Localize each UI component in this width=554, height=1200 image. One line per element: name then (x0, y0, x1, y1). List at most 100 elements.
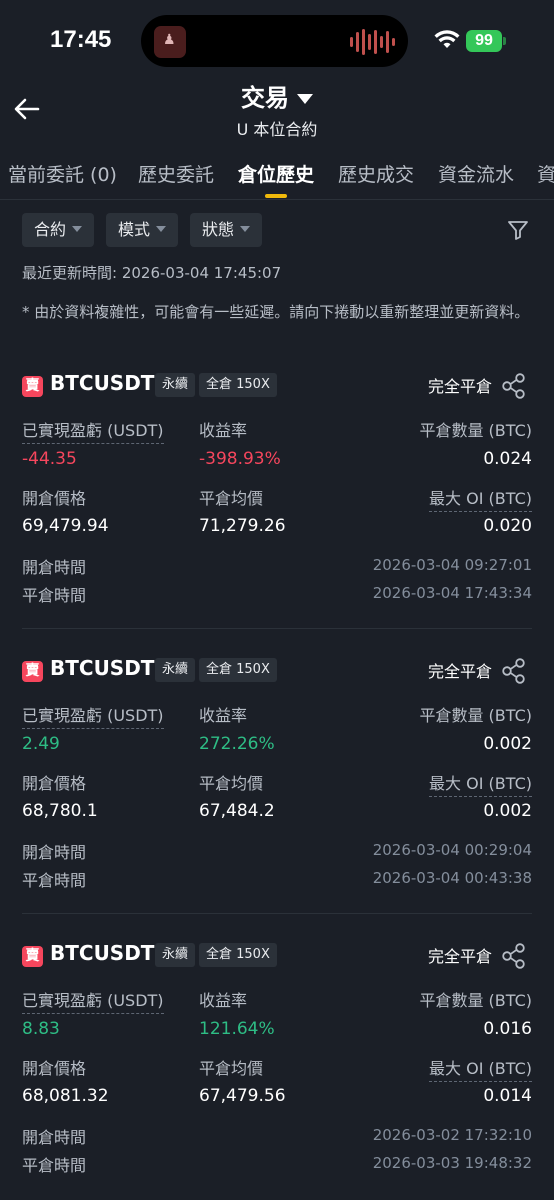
status-bar: 17:45 99 (0, 0, 554, 80)
side-badge: 賣 (22, 946, 43, 967)
open-time-value: 2026-03-04 09:27:01 (372, 556, 532, 574)
filter-status[interactable]: 狀態 (190, 213, 263, 247)
avg-close-price-label: 平倉均價 (199, 1059, 264, 1078)
max-oi-value: 0.014 (483, 1086, 532, 1106)
filter-contract-label: 合約 (34, 220, 67, 239)
active-tab-indicator (265, 194, 287, 198)
tab-funding-flow[interactable]: 資金流水 (438, 160, 514, 187)
contract-type-tag: 永續 (155, 943, 196, 967)
close-time-label: 平倉時間 (22, 1156, 87, 1175)
max-oi-value: 0.020 (483, 516, 532, 536)
closed-qty-label: 平倉數量 (BTC) (419, 421, 532, 440)
header: 交易 U 本位合約 (0, 78, 554, 139)
closed-qty-value: 0.016 (483, 1019, 532, 1039)
open-time-label: 開倉時間 (22, 1128, 87, 1147)
close-time-label: 平倉時間 (22, 871, 87, 890)
position-card: 賣 BTCUSDT 永續 全倉 150X 完全平倉 已實現盈虧 (USDT) 收… (0, 941, 554, 1200)
max-oi-label: 最大 OI (BTC) (429, 770, 532, 797)
max-oi-label: 最大 OI (BTC) (429, 1055, 532, 1082)
card-divider (22, 913, 532, 914)
open-time-value: 2026-03-04 00:29:04 (372, 841, 532, 859)
tab-open-orders[interactable]: 當前委託 (0) (8, 160, 117, 187)
roi-label: 收益率 (199, 991, 248, 1010)
realized-pnl-value: -44.35 (22, 449, 77, 469)
close-type: 完全平倉 (427, 947, 492, 966)
open-time-value: 2026-03-02 17:32:10 (372, 1126, 532, 1144)
app-icon (154, 26, 186, 58)
entry-price-label: 開倉價格 (22, 774, 87, 793)
close-time-label: 平倉時間 (22, 586, 87, 605)
margin-mode-tag: 全倉 150X (199, 943, 277, 967)
dynamic-island (141, 15, 408, 67)
filter-contract[interactable]: 合約 (22, 213, 95, 247)
battery-indicator: 99 (466, 30, 502, 52)
audio-wave-icon (350, 27, 395, 57)
symbol: BTCUSDT (50, 371, 155, 395)
share-icon[interactable] (500, 942, 528, 970)
delay-notice: * 由於資料複雜性，可能會有一些延遲。請向下捲動以重新整理並更新資料。 (22, 303, 530, 321)
close-type: 完全平倉 (427, 662, 492, 681)
contract-type-tag: 永續 (155, 373, 196, 397)
roi-label: 收益率 (199, 706, 248, 725)
symbol: BTCUSDT (50, 941, 155, 965)
realized-pnl-label: 已實現盈虧 (USDT) (22, 702, 164, 729)
battery-tip (503, 37, 506, 45)
close-time-value: 2026-03-03 19:48:32 (372, 1154, 532, 1172)
filter-status-label: 狀態 (202, 220, 235, 239)
closed-qty-value: 0.024 (483, 449, 532, 469)
closed-qty-label: 平倉數量 (BTC) (419, 706, 532, 725)
symbol: BTCUSDT (50, 656, 155, 680)
realized-pnl-value: 2.49 (22, 734, 60, 754)
filter-mode[interactable]: 模式 (106, 213, 179, 247)
roi-value: 121.64% (199, 1019, 275, 1039)
close-time-value: 2026-03-04 00:43:38 (372, 869, 532, 887)
last-updated-text: 最近更新時間: 2026-03-04 17:45:07 (22, 264, 282, 282)
avg-close-price-value: 67,479.56 (199, 1086, 286, 1106)
contract-type-tag: 永續 (155, 658, 196, 682)
entry-price-label: 開倉價格 (22, 489, 87, 508)
entry-price-value: 68,780.1 (22, 801, 98, 821)
realized-pnl-label: 已實現盈虧 (USDT) (22, 987, 164, 1014)
caret-down-icon (297, 93, 313, 104)
close-type: 完全平倉 (427, 377, 492, 396)
page-title: 交易 (241, 84, 289, 112)
avg-close-price-label: 平倉均價 (199, 774, 264, 793)
entry-price-label: 開倉價格 (22, 1059, 87, 1078)
avg-close-price-value: 71,279.26 (199, 516, 286, 536)
status-time: 17:45 (50, 26, 112, 53)
side-badge: 賣 (22, 376, 43, 397)
open-time-label: 開倉時間 (22, 843, 87, 862)
caret-down-icon (72, 225, 83, 232)
max-oi-value: 0.002 (483, 801, 532, 821)
filter-mode-label: 模式 (118, 220, 151, 239)
avg-close-price-label: 平倉均價 (199, 489, 264, 508)
card-divider (22, 628, 532, 629)
tab-position-history[interactable]: 倉位歷史 (238, 160, 314, 187)
tab-more[interactable]: 資 (537, 160, 554, 187)
tab-order-history[interactable]: 歷史委託 (138, 160, 214, 187)
caret-down-icon (240, 225, 251, 232)
roi-label: 收益率 (199, 421, 248, 440)
position-card: 賣 BTCUSDT 永續 全倉 150X 完全平倉 已實現盈虧 (USDT) 收… (0, 371, 554, 656)
caret-down-icon (156, 225, 167, 232)
position-card: 賣 BTCUSDT 永續 全倉 150X 完全平倉 已實現盈虧 (USDT) 收… (0, 656, 554, 941)
roi-value: 272.26% (199, 734, 275, 754)
max-oi-label: 最大 OI (BTC) (429, 485, 532, 512)
entry-price-value: 69,479.94 (22, 516, 109, 536)
title-dropdown[interactable]: 交易 (0, 78, 554, 113)
close-time-value: 2026-03-04 17:43:34 (372, 584, 532, 602)
share-icon[interactable] (500, 657, 528, 685)
entry-price-value: 68,081.32 (22, 1086, 109, 1106)
page-subtitle: U 本位合約 (236, 120, 318, 139)
funnel-filter-icon[interactable] (506, 218, 530, 242)
avg-close-price-value: 67,484.2 (199, 801, 275, 821)
realized-pnl-label: 已實現盈虧 (USDT) (22, 417, 164, 444)
share-icon[interactable] (500, 372, 528, 400)
tab-trade-history[interactable]: 歷史成交 (338, 160, 414, 187)
realized-pnl-value: 8.83 (22, 1019, 60, 1039)
closed-qty-label: 平倉數量 (BTC) (419, 991, 532, 1010)
closed-qty-value: 0.002 (483, 734, 532, 754)
open-time-label: 開倉時間 (22, 558, 87, 577)
side-badge: 賣 (22, 661, 43, 682)
tab-bar: 當前委託 (0) 歷史委託 倉位歷史 歷史成交 資金流水 資 (0, 158, 554, 200)
